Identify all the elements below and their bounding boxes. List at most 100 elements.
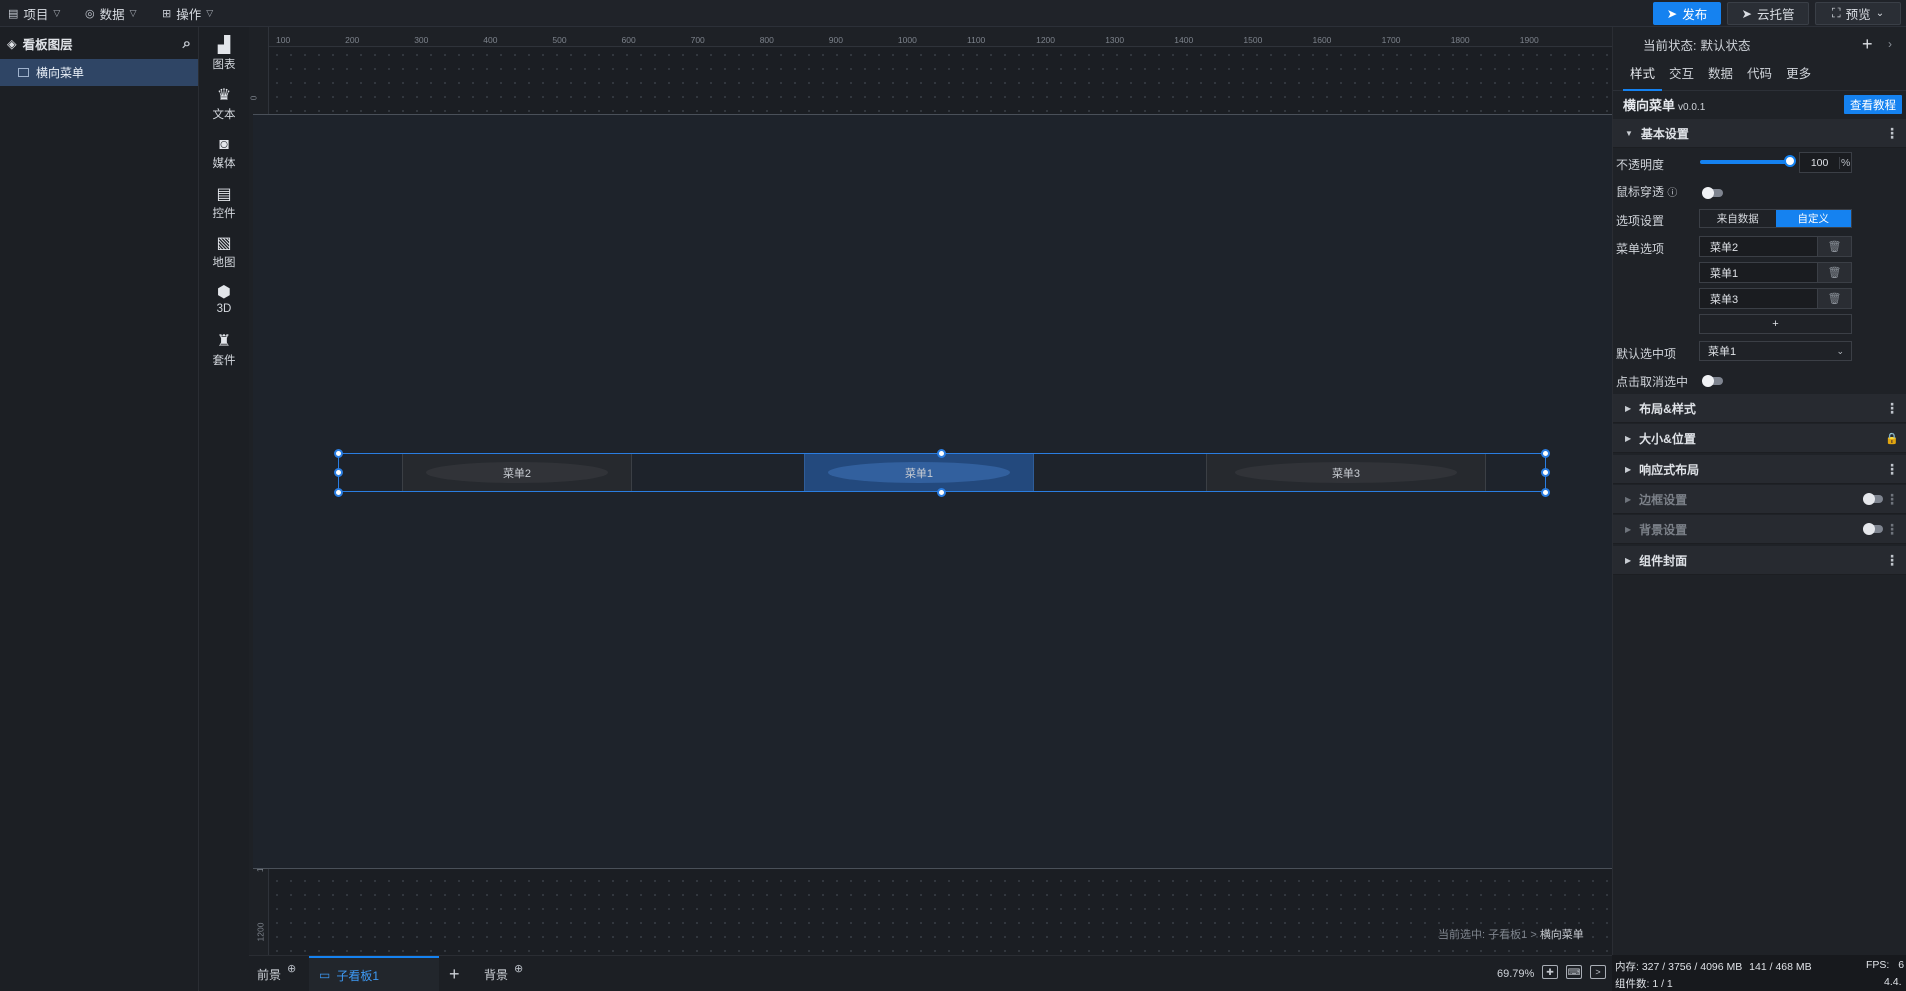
tool-widget[interactable]: ▤ 控件 bbox=[199, 186, 249, 221]
triangle-right-icon: ▶ bbox=[1625, 555, 1632, 565]
more-vertical-icon[interactable]: ⋮ bbox=[1885, 521, 1899, 538]
tool-widget-label: 控件 bbox=[212, 208, 236, 220]
click-cancel-toggle[interactable] bbox=[1702, 375, 1723, 387]
tool-map-label: 地图 bbox=[212, 257, 236, 269]
cloud-host-button[interactable]: ➤ 云托管 bbox=[1727, 2, 1809, 25]
section-background-settings[interactable]: ▶ 背景设置 ⋮ bbox=[1613, 515, 1906, 544]
tab-data[interactable]: 数据 bbox=[1701, 61, 1740, 91]
tab-background[interactable]: 背景 ⊕ bbox=[484, 956, 523, 991]
section-border-settings[interactable]: ▶ 边框设置 ⋮ bbox=[1613, 485, 1906, 514]
ruler-top[interactable]: 100 200 300 400 500 600 700 800 900 1000 1100 1200 1… bbox=[249, 27, 1612, 47]
more-vertical-icon[interactable]: ⋮ bbox=[1885, 461, 1899, 478]
horizontal-menu-component[interactable]: 菜单2 菜单1 菜单3 bbox=[338, 453, 1546, 492]
selection-path[interactable]: 子看板1 bbox=[1488, 929, 1527, 941]
section-responsive-layout[interactable]: ▶ 响应式布局 ⋮ bbox=[1613, 455, 1906, 484]
add-state-icon[interactable]: + bbox=[1862, 34, 1873, 55]
menu-project[interactable]: ▤ 项目 ▽ bbox=[8, 0, 60, 27]
menu-item-active[interactable]: 菜单1 bbox=[804, 454, 1034, 491]
resize-handle-bottom-left[interactable] bbox=[334, 488, 343, 497]
menu-option-input[interactable]: 菜单3 bbox=[1699, 288, 1818, 309]
ruler-top-label: 1800 bbox=[1450, 35, 1470, 45]
terminal-icon[interactable]: > bbox=[1590, 965, 1606, 979]
triangle-right-icon: ▶ bbox=[1625, 433, 1632, 443]
section-basic-settings[interactable]: ▼ 基本设置 ⋮ bbox=[1613, 119, 1906, 148]
more-vertical-icon[interactable]: ⋮ bbox=[1885, 125, 1899, 142]
option-mode-data[interactable]: 来自数据 bbox=[1700, 210, 1776, 227]
chevron-right-icon[interactable]: › bbox=[1888, 37, 1892, 51]
menu-option-input[interactable]: 菜单1 bbox=[1699, 262, 1818, 283]
resize-handle-top-right[interactable] bbox=[1541, 449, 1550, 458]
option-mode-custom[interactable]: 自定义 bbox=[1775, 210, 1851, 227]
send-icon: ➤ bbox=[1741, 7, 1752, 21]
tab-code[interactable]: 代码 bbox=[1740, 61, 1779, 91]
more-vertical-icon[interactable]: ⋮ bbox=[1885, 400, 1899, 417]
tab-sub-board[interactable]: ▭ 子看板1 bbox=[309, 956, 439, 991]
zoom-level[interactable]: 69.79% bbox=[1497, 968, 1534, 980]
ruler-top-label: 1000 bbox=[897, 35, 917, 45]
menu-item[interactable]: 菜单3 bbox=[1206, 454, 1486, 491]
chevron-down-icon: ▽ bbox=[53, 8, 61, 18]
tab-style[interactable]: 样式 bbox=[1623, 61, 1663, 91]
menu-data[interactable]: ◎ 数据 ▽ bbox=[85, 0, 137, 27]
preview-button[interactable]: ⛶ 预览 ⌄ bbox=[1815, 2, 1901, 25]
more-vertical-icon[interactable]: ⋮ bbox=[1885, 491, 1899, 508]
section-component-cover[interactable]: ▶ 组件封面 ⋮ bbox=[1613, 546, 1906, 575]
resize-handle-top[interactable] bbox=[937, 449, 946, 458]
search-icon[interactable]: ⌕ bbox=[183, 35, 191, 52]
menu-operation[interactable]: ⊞ 操作 ▽ bbox=[162, 0, 213, 27]
default-selected-value: 菜单1 bbox=[1708, 346, 1737, 358]
triangle-right-icon: ▶ bbox=[1625, 524, 1632, 534]
menu-item[interactable]: 菜单2 bbox=[402, 454, 632, 491]
tool-3d[interactable]: ⬢ 3D bbox=[199, 284, 249, 315]
opacity-input[interactable]: 100 % bbox=[1799, 152, 1852, 173]
tab-interaction[interactable]: 交互 bbox=[1662, 61, 1701, 91]
resize-handle-right[interactable] bbox=[1541, 468, 1550, 477]
publish-button[interactable]: ➤ 发布 bbox=[1653, 2, 1721, 25]
tool-kit[interactable]: ♜ 套件 bbox=[199, 333, 249, 368]
resize-handle-top-left[interactable] bbox=[334, 449, 343, 458]
state-label: 当前状态: bbox=[1643, 38, 1697, 53]
tutorial-button[interactable]: 查看教程 bbox=[1844, 95, 1902, 114]
trash-icon[interactable]: 🗑 bbox=[1818, 288, 1852, 309]
trash-icon[interactable]: 🗑 bbox=[1818, 262, 1852, 283]
keyboard-icon[interactable]: ⌨ bbox=[1566, 965, 1582, 979]
layer-item[interactable]: 横向菜单 bbox=[0, 59, 198, 86]
add-option-button[interactable]: + bbox=[1699, 314, 1852, 334]
background-settings-toggle[interactable] bbox=[1863, 523, 1883, 535]
resize-handle-left[interactable] bbox=[334, 468, 343, 477]
section-layout-style[interactable]: ▶ 布局&样式 ⋮ bbox=[1613, 394, 1906, 423]
ruler-top-label: 300 bbox=[414, 35, 429, 45]
ruler-top-label: 700 bbox=[690, 35, 705, 45]
help-icon[interactable]: ⓘ bbox=[1667, 188, 1677, 199]
triangle-right-icon: ▶ bbox=[1625, 494, 1632, 504]
resize-handle-bottom-right[interactable] bbox=[1541, 488, 1550, 497]
tool-media[interactable]: ◙ 媒体 bbox=[199, 136, 249, 171]
tab-foreground[interactable]: 前景 ⊕ bbox=[257, 956, 296, 991]
app-root: ▤ 项目 ▽ ◎ 数据 ▽ ⊞ 操作 ▽ ➤ 发布 ➤ 云托管 ⛶ 预览 ⌄ ◈… bbox=[0, 0, 1906, 991]
mouse-pass-toggle[interactable] bbox=[1702, 187, 1723, 199]
default-selected-select[interactable]: 菜单1 ⌄ bbox=[1699, 341, 1852, 361]
section-size-position[interactable]: ▶ 大小&位置 🔒 bbox=[1613, 424, 1906, 453]
border-settings-toggle[interactable] bbox=[1863, 493, 1883, 505]
add-circle-icon[interactable]: ⊕ bbox=[287, 962, 296, 975]
add-board-button[interactable]: + bbox=[449, 956, 460, 991]
tab-more[interactable]: 更多 bbox=[1779, 61, 1818, 91]
database-icon: ◎ bbox=[85, 8, 95, 20]
add-circle-icon[interactable]: ⊕ bbox=[514, 962, 523, 975]
memory-value-2: 141 / 468 MB bbox=[1749, 961, 1812, 973]
menu-option-input[interactable]: 菜单2 bbox=[1699, 236, 1818, 257]
fit-screen-icon[interactable]: ✚ bbox=[1542, 965, 1558, 979]
more-vertical-icon[interactable]: ⋮ bbox=[1885, 552, 1899, 569]
opacity-slider-track[interactable] bbox=[1700, 160, 1791, 164]
state-value[interactable]: 默认状态 bbox=[1700, 35, 1750, 54]
trash-icon[interactable]: 🗑 bbox=[1818, 236, 1852, 257]
lock-icon[interactable]: 🔒 bbox=[1885, 432, 1899, 445]
ruler-top-label: 500 bbox=[552, 35, 567, 45]
opacity-slider-handle[interactable] bbox=[1784, 155, 1796, 167]
tool-map[interactable]: ▧ 地图 bbox=[199, 235, 249, 270]
section-title: 组件封面 bbox=[1639, 553, 1688, 568]
resize-handle-bottom[interactable] bbox=[937, 488, 946, 497]
tool-text[interactable]: ♛ 文本 bbox=[199, 87, 249, 122]
tool-chart[interactable]: ▟ 图表 bbox=[199, 37, 249, 72]
chevron-down-icon: ▽ bbox=[129, 8, 137, 18]
